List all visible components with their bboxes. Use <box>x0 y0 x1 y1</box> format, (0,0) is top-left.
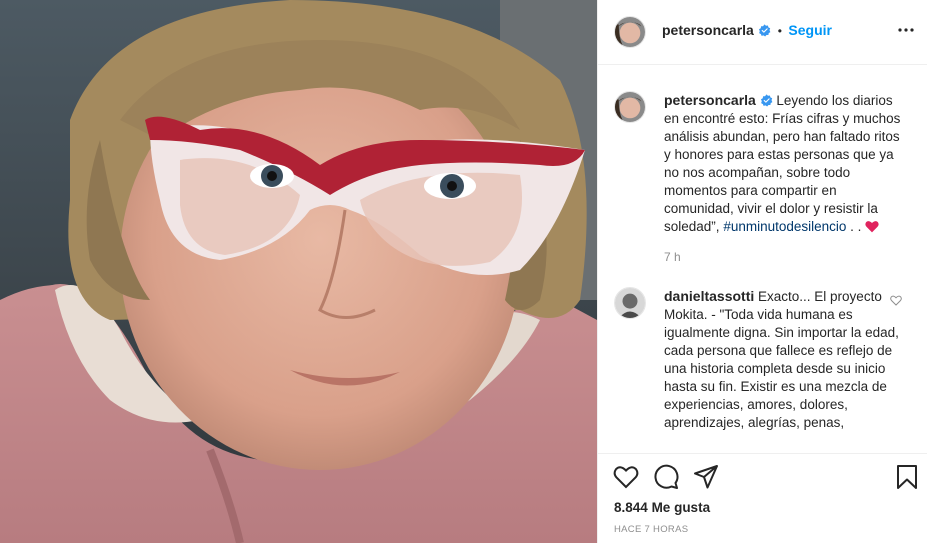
caption-body: Leyendo los diarios en encontré esto: Fr… <box>664 93 901 234</box>
heart-outline-icon[interactable] <box>613 464 639 490</box>
author-avatar[interactable] <box>614 16 646 48</box>
post-details-panel: petersoncarla • Seguir petersoncarla Ley… <box>597 0 927 543</box>
likes-label: Me gusta <box>651 500 711 515</box>
caption: petersoncarla Leyendo los diarios en enc… <box>614 91 914 271</box>
caption-time: 7 h <box>664 250 681 264</box>
paper-plane-icon[interactable] <box>693 464 719 490</box>
post-header: petersoncarla • Seguir <box>598 0 927 65</box>
commenter-username[interactable]: danieltassotti <box>664 288 754 304</box>
likes-number: 8.844 <box>614 500 648 515</box>
separator-dot: • <box>777 24 782 38</box>
caption-hashtag[interactable]: #unminutodesilencio <box>723 219 846 234</box>
post-actions: 8.844 Me gusta HACE 7 HORAS <box>598 453 927 544</box>
more-dots-icon[interactable] <box>898 22 914 38</box>
comment-bubble-icon[interactable] <box>653 464 679 490</box>
verified-badge-icon <box>759 24 771 37</box>
comment-body: Exacto... El proyecto Mokita. - "Toda vi… <box>664 289 899 430</box>
commenter-avatar[interactable] <box>614 287 646 319</box>
bookmark-icon[interactable] <box>894 464 920 490</box>
verified-badge-icon <box>760 94 772 107</box>
comment-text-block: danieltassotti Exacto... El proyecto Mok… <box>664 287 910 432</box>
author-username[interactable]: petersoncarla <box>662 22 754 38</box>
caption-text-block: petersoncarla Leyendo los diarios en enc… <box>664 91 910 266</box>
post-photo[interactable] <box>0 0 597 543</box>
comments-list[interactable]: petersoncarla Leyendo los diarios en enc… <box>598 65 927 453</box>
caption-username[interactable]: petersoncarla <box>664 92 756 108</box>
caption-tail: . . <box>846 219 862 234</box>
selfie-image <box>0 0 597 543</box>
red-heart-emoji-icon <box>865 221 879 233</box>
post-timestamp: HACE 7 HORAS <box>614 524 689 535</box>
caption-avatar[interactable] <box>614 91 646 123</box>
comment-item: danieltassotti Exacto... El proyecto Mok… <box>614 287 914 453</box>
small-heart-icon[interactable] <box>890 295 902 306</box>
likes-count[interactable]: 8.844 Me gusta <box>614 500 710 515</box>
follow-button[interactable]: Seguir <box>788 22 832 38</box>
